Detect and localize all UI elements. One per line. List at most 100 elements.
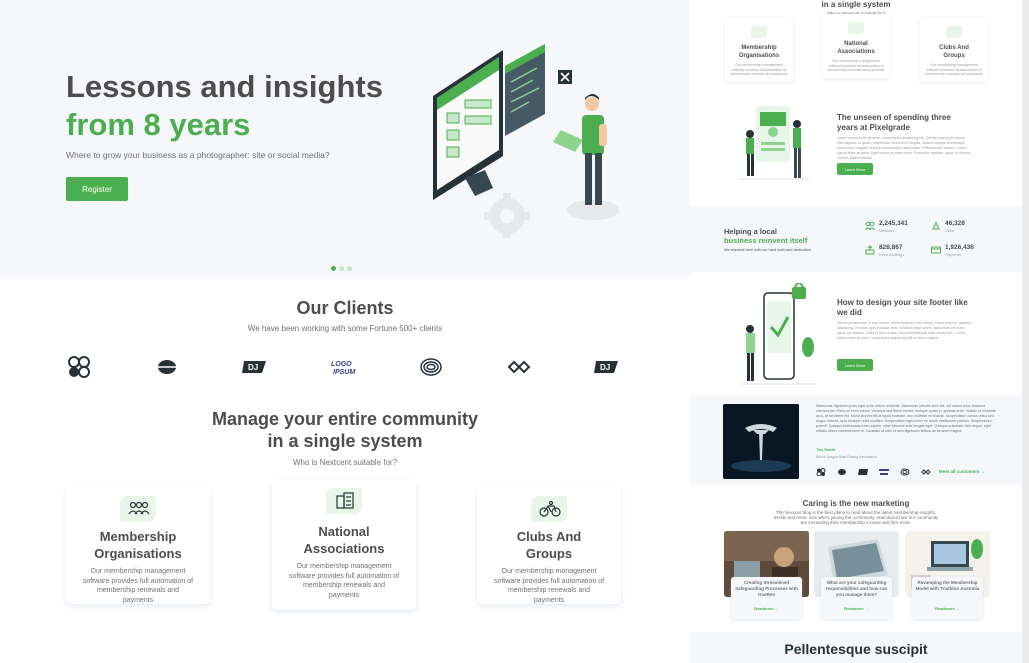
stat-value: 2,245,341 [879,220,908,227]
card-title-line2: Associations [303,541,385,556]
svg-text:LOGO: LOGO [331,361,352,368]
client-logo-2 [156,360,178,374]
blog-card-3[interactable]: Revamping the Membership Model with Tria… [905,531,990,619]
readmore-link[interactable]: Readmore → [912,606,983,611]
client-logo-5 [420,358,442,376]
card-desc-line4: payments [328,591,360,599]
mini-card-clubs[interactable]: Clubs And Groups Our membership managemen… [920,18,988,82]
card-desc-line2: software provides full automation of [493,577,605,585]
blog-title: What are your safeguarding responsibilit… [825,580,888,597]
caring-title: Caring is the new marketing [802,499,910,508]
meet-all-customers-link[interactable]: Meet all customers → [939,469,985,474]
meet-all-customers-label: Meet all customers [939,469,980,474]
card-membership[interactable]: Membership Organisations Our membership … [66,486,210,604]
blog-card-1[interactable]: Creating Streamlined Safeguarding Proces… [724,531,809,619]
client-logo-4: LOGO IPSUM [331,361,355,376]
card-icon-bg [120,496,156,522]
card-desc-line3: membership renewals and [302,582,386,589]
card-title: Membership Organisations [66,528,210,562]
readmore-label: Readmore [844,606,864,611]
card-desc-line1: Our membership management [296,563,392,570]
client-logo-3 [858,469,868,475]
svg-text:DJ: DJ [248,363,258,372]
feature1-title-line1: The unseen of spending three [837,113,951,122]
carousel-dot[interactable] [339,266,344,271]
hero-section: Lessons and insights from 8 years Where … [0,0,690,278]
client-logos: DJ LOGO IPSUM DJ [66,356,626,378]
client-logo-6 [507,360,531,374]
stat-label: Members [879,229,894,233]
stat-label: Event Bookings [879,253,904,257]
feature2-body: Sed ut perspiciatis, in eos natum offici… [837,321,972,340]
pellentesque-title: Pellentesque suscipit [784,641,928,657]
mini-card-title-line1: National [844,41,868,47]
arrow-right-icon: → [774,606,779,611]
mini-card-title-line2: Organisations [738,53,780,59]
pellentesque-section: Pellentesque suscipit [690,632,1022,663]
arrow-right-icon: → [955,606,960,611]
people-icon [751,26,767,38]
blog-title: Creating Streamlined Safeguarding Proces… [735,580,798,597]
card-clubs[interactable]: Clubs And Groups Our membership manageme… [477,486,621,604]
members-icon [865,221,875,231]
clients-subtitle: We have been working with some Fortune 5… [247,324,443,333]
testimonial-name: Tim Smith [816,447,836,452]
card-title: Clubs And Groups [477,528,621,562]
carousel-dot[interactable] [347,266,352,271]
svg-text:IPSUM: IPSUM [333,369,355,376]
card-desc-line3: membership renewals and payments [96,587,180,604]
feature2-illustration [740,283,816,385]
hero-subtitle: Where to grow your business as a photogr… [66,150,330,160]
card-national[interactable]: National Associations Our membership man… [272,480,416,610]
mini-card-title: Membership Organisations [725,44,793,60]
blog-title: Revamping the Membership Model with Tria… [915,580,980,591]
scrollbar[interactable] [1022,0,1029,663]
gear-icon [484,193,530,238]
client-logo-1 [816,468,826,476]
readmore-link[interactable]: Readmore → [821,606,892,611]
mini-card-national[interactable]: National Associations Our membership mana… [822,14,890,78]
blog-caption-card: Revamping the Membership Model with Tria… [912,577,983,619]
feature1-body: Lorem ipsum dolor sit amet, consectetur … [837,136,972,160]
card-title-line2: Organisations [94,546,182,561]
close-icon [558,70,572,84]
building-icon [848,22,864,34]
testimonial-role: British Dragon Boat Racing Association [816,455,877,459]
feature1-title-line2: years at Pixelgrade [837,122,910,132]
stats-heading: Helping a local business reinvent itself [724,227,807,245]
caring-subtitle: The Nexcent blog is the best place to re… [773,510,939,525]
readmore-link[interactable]: Readmore → [731,606,802,611]
client-logo-1 [68,356,90,378]
card-icon-bg [326,488,362,514]
mini-card-membership[interactable]: Membership Organisations Our membership m… [725,18,793,82]
feature2-learn-more-button[interactable]: Learn More [837,359,873,371]
carousel-dot[interactable] [331,266,336,271]
clients-title: Our Clients [296,298,394,318]
carousel-dots [331,266,352,271]
hero-title-line2: from 8 years [66,107,251,142]
client-logo-2 [838,469,846,475]
mini-card-title-line2: Groups [943,53,965,59]
stats-section: Helping a local business reinvent itself… [690,206,1022,272]
landing-page-small: in a single system Who is Nextcent suita… [690,0,1022,663]
mini-card-title-line1: Clubs And [939,45,969,51]
card-description: Our membership management software provi… [288,562,400,600]
feature1-learn-more-button[interactable]: Learn More [837,163,873,175]
stat-label: Clubs [945,229,955,233]
card-title-line1: Membership [99,529,177,544]
mini-section-title: in a single system [821,0,891,9]
bike-icon [946,26,962,38]
stat-value: 1,926,436 [945,244,974,251]
blog-card-2[interactable]: What are your safeguarding responsibilit… [814,531,899,619]
card-desc-line2: software provides full automation of [82,577,194,585]
clubs-icon [932,221,940,230]
blog-caption-card: What are your safeguarding responsibilit… [821,577,892,619]
testimonial-logos [816,468,936,478]
mini-card-title-line1: Membership [741,45,777,51]
feature1-illustration [738,106,810,180]
card-icon-bg [531,496,567,522]
client-logo-7: DJ [594,361,618,373]
card-title: National Associations [272,523,416,557]
register-button[interactable]: Register [66,177,128,201]
building-icon [336,492,354,509]
